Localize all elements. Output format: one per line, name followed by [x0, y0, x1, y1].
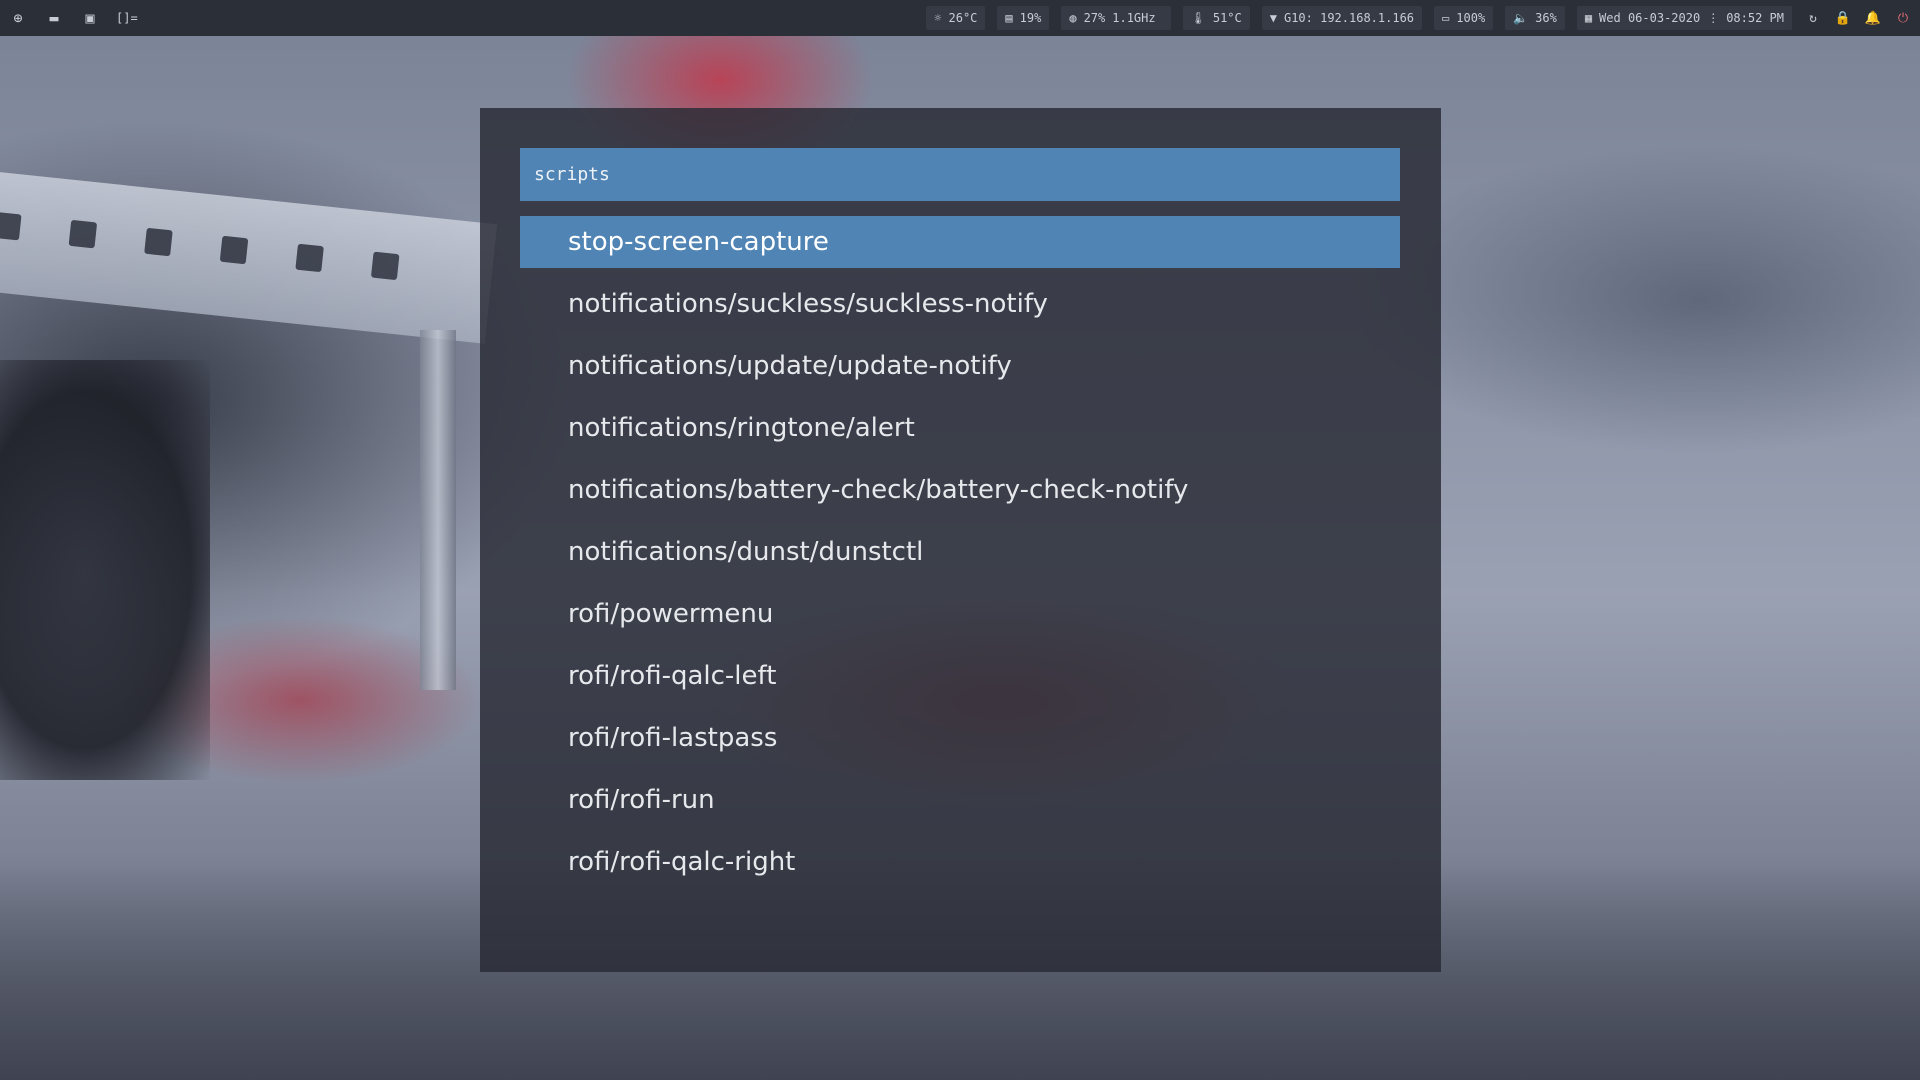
- sun-icon: ☼: [934, 11, 942, 25]
- rofi-entry-list: stop-screen-capture notifications/suckle…: [520, 216, 1400, 898]
- bell-icon: 🔔: [1864, 10, 1882, 26]
- lock-icon: 🔒: [1834, 10, 1852, 26]
- refresh-icon: ↻: [1809, 10, 1817, 26]
- wifi-icon: ▼: [1269, 11, 1277, 25]
- wallpaper-rail-shape: [0, 170, 498, 344]
- rofi-input-bar[interactable]: scripts: [520, 148, 1400, 201]
- temperature-module[interactable]: 🌡 51°C: [1182, 6, 1250, 30]
- workspace-list: ⊕ ▬ ▣ []=: [0, 0, 138, 36]
- memory-value: 19%: [1019, 11, 1042, 25]
- workspace-2-button[interactable]: ▬: [36, 0, 72, 36]
- wallpaper-wheel-shape: [0, 360, 210, 780]
- folder-icon: ▬: [49, 9, 59, 27]
- workspace-1-button[interactable]: ⊕: [0, 0, 36, 36]
- wifi-value: G10: 192.168.1.166: [1283, 11, 1415, 25]
- chat-icon: ▣: [85, 9, 95, 27]
- layout-indicator[interactable]: []=: [108, 11, 138, 25]
- memory-icon: ▤: [1005, 11, 1013, 25]
- workspace-3-button[interactable]: ▣: [72, 0, 108, 36]
- rofi-entry[interactable]: rofi/rofi-lastpass: [520, 712, 1400, 764]
- battery-icon: ▭: [1442, 11, 1450, 25]
- battery-module[interactable]: ▭ 100%: [1434, 6, 1494, 30]
- rofi-entry[interactable]: rofi/rofi-qalc-right: [520, 836, 1400, 888]
- date-value: Wed 06-03-2020: [1599, 11, 1701, 25]
- wallpaper-pillar-shape: [420, 330, 456, 690]
- notifications-button[interactable]: 🔔: [1864, 6, 1882, 30]
- rofi-prompt: scripts: [534, 164, 610, 185]
- status-modules: ☼ 26°C ▤ 19% ◍ 27% 1.1GHz 🌡 51°C ▼ G10: …: [926, 0, 1912, 36]
- rofi-entry[interactable]: notifications/battery-check/battery-chec…: [520, 464, 1400, 516]
- calendar-icon: ▦: [1584, 11, 1593, 25]
- brightness-module[interactable]: ☼ 26°C: [926, 6, 986, 30]
- rofi-entry[interactable]: notifications/update/update-notify: [520, 340, 1400, 392]
- thermometer-icon: 🌡: [1190, 11, 1206, 25]
- rofi-entry-selected[interactable]: stop-screen-capture: [520, 216, 1400, 268]
- rofi-entry[interactable]: rofi/powermenu: [520, 588, 1400, 640]
- datetime-separator: ⋮: [1707, 11, 1720, 25]
- temperature-value: 51°C: [1212, 11, 1242, 25]
- rofi-entry[interactable]: notifications/suckless/suckless-notify: [520, 278, 1400, 330]
- volume-icon: 🔈: [1513, 11, 1529, 25]
- rofi-entry[interactable]: notifications/dunst/dunstctl: [520, 526, 1400, 578]
- cpu-module[interactable]: ◍ 27% 1.1GHz: [1061, 6, 1171, 30]
- rofi-launcher-window: scripts stop-screen-capture notification…: [480, 108, 1441, 972]
- power-icon: ⏻: [1897, 10, 1909, 26]
- rofi-entry[interactable]: notifications/ringtone/alert: [520, 402, 1400, 454]
- datetime-module[interactable]: ▦ Wed 06-03-2020 ⋮ 08:52 PM: [1576, 6, 1792, 30]
- globe-icon: ⊕: [13, 9, 23, 27]
- power-button[interactable]: ⏻: [1894, 6, 1912, 30]
- cpu-frequency-value: 1.1GHz: [1112, 11, 1156, 25]
- memory-module[interactable]: ▤ 19%: [997, 6, 1050, 30]
- status-bar: ⊕ ▬ ▣ []= ☼ 26°C ▤ 19% ◍ 27% 1.1GHz 🌡 51…: [0, 0, 1920, 36]
- cpu-icon: ◍: [1069, 11, 1077, 25]
- cpu-usage-value: 27%: [1083, 11, 1106, 25]
- volume-module[interactable]: 🔈 36%: [1505, 6, 1565, 30]
- lock-button[interactable]: 🔒: [1834, 6, 1852, 30]
- refresh-button[interactable]: ↻: [1804, 6, 1822, 30]
- volume-value: 36%: [1535, 11, 1557, 25]
- brightness-value: 26°C: [948, 11, 978, 25]
- rofi-entry[interactable]: rofi/rofi-run: [520, 774, 1400, 826]
- rofi-entry[interactable]: rofi/rofi-qalc-left: [520, 650, 1400, 702]
- battery-value: 100%: [1456, 11, 1486, 25]
- time-value: 08:52 PM: [1726, 11, 1784, 25]
- wifi-module[interactable]: ▼ G10: 192.168.1.166: [1261, 6, 1423, 30]
